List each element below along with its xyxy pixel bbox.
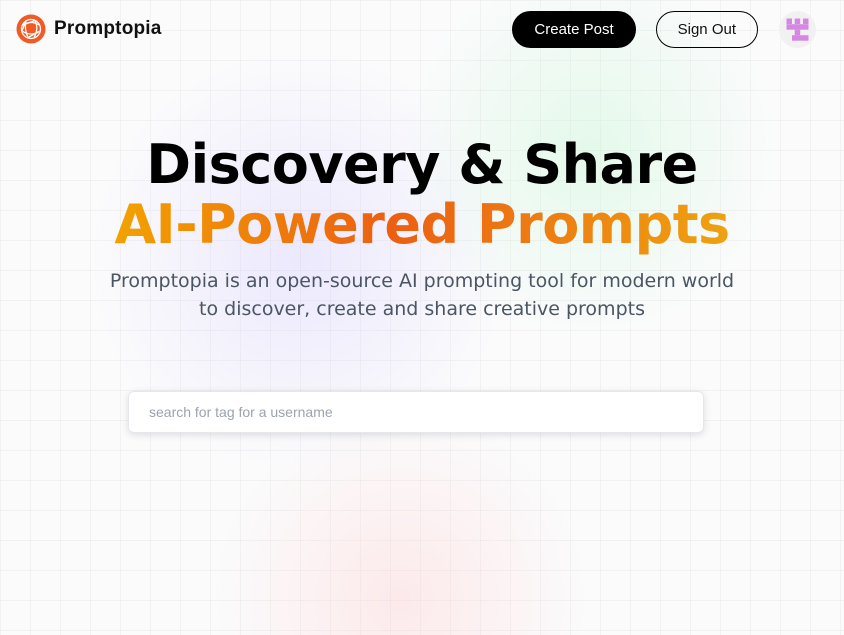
brand-name: Promptopia [54, 18, 162, 39]
hero-section: Discovery & Share AI-Powered Prompts Pro… [0, 135, 844, 323]
hero-title: Discovery & Share AI-Powered Prompts [0, 135, 844, 255]
identicon-avatar-icon [786, 18, 809, 41]
top-navbar: Promptopia Create Post Sign Out [0, 0, 844, 58]
nav-actions: Create Post Sign Out [512, 10, 816, 48]
search-form [128, 391, 704, 433]
brand-link[interactable]: Promptopia [16, 14, 162, 44]
hero-title-line1: Discovery & Share [146, 133, 698, 196]
create-post-button[interactable]: Create Post [512, 10, 636, 48]
hero-description: Promptopia is an open-source AI promptin… [109, 270, 735, 320]
globe-logo-icon [16, 14, 46, 44]
sign-out-button[interactable]: Sign Out [655, 10, 758, 48]
search-input[interactable] [128, 391, 704, 433]
hero-title-line2: AI-Powered Prompts [114, 193, 730, 256]
profile-avatar[interactable] [779, 10, 816, 48]
